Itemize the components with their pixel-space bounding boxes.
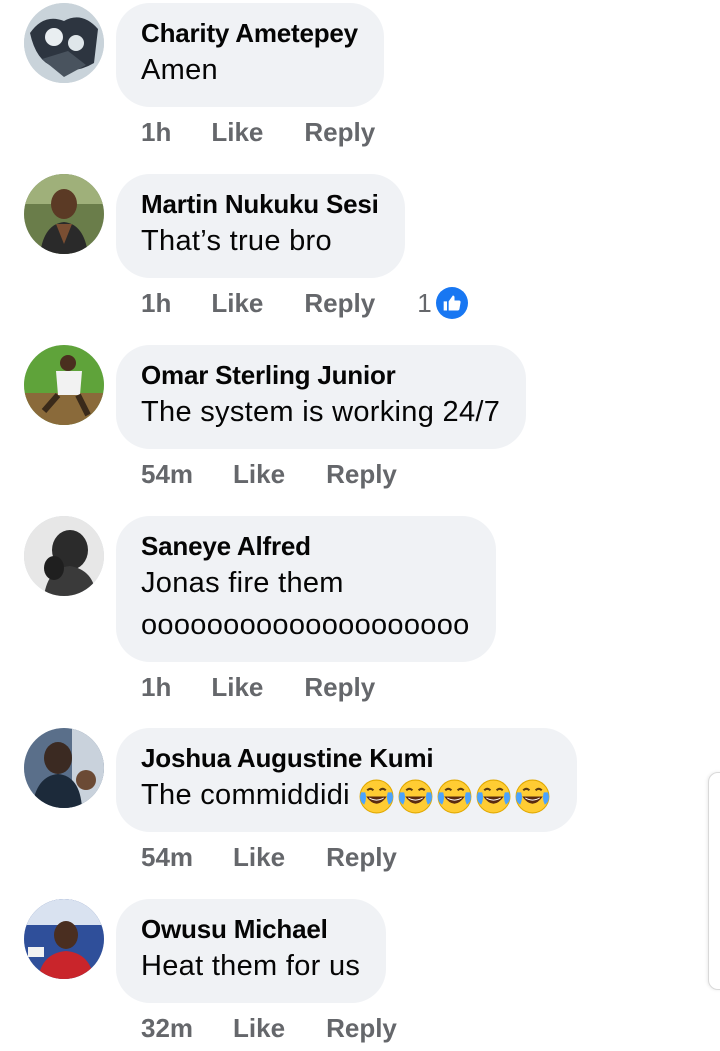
comment-text: The commiddidi — [141, 774, 551, 816]
reply-button[interactable]: Reply — [326, 841, 397, 873]
face-with-tears-of-joy-icon — [398, 779, 433, 814]
comment-bubble: Owusu Michael Heat them for us — [116, 899, 387, 1003]
comment-time[interactable]: 1h — [141, 287, 171, 319]
comment-bubble: Charity Ametepey Amen — [116, 3, 384, 107]
comment-text-body: The commiddidi — [141, 779, 350, 811]
like-button[interactable]: Like — [233, 841, 285, 873]
reaction-count: 1 — [417, 288, 432, 318]
comment-bubble: Joshua Augustine Kumi The commiddidi — [116, 728, 577, 832]
avatar[interactable] — [24, 516, 104, 596]
comment-author[interactable]: Omar Sterling Junior — [141, 359, 500, 391]
thumbs-up-icon — [435, 287, 468, 319]
comment-bubble: Martin Nukuku Sesi That’s true bro — [116, 174, 405, 278]
reply-button[interactable]: Reply — [304, 671, 375, 703]
comment-author[interactable]: Martin Nukuku Sesi — [141, 188, 379, 220]
face-with-tears-of-joy-icon — [437, 779, 472, 814]
avatar-photo — [24, 516, 104, 596]
avatar[interactable] — [24, 899, 104, 979]
avatar[interactable] — [24, 174, 104, 254]
comment-author[interactable]: Charity Ametepey — [141, 17, 358, 49]
like-button[interactable]: Like — [211, 287, 263, 319]
reply-button[interactable]: Reply — [326, 458, 397, 490]
avatar-photo — [24, 345, 104, 425]
comment-actions: 32m Like Reply — [141, 1012, 397, 1044]
reaction-summary[interactable]: 1 — [417, 287, 468, 319]
comment-time[interactable]: 1h — [141, 116, 171, 148]
comment-text: The system is working 24/7 — [141, 396, 501, 428]
comment-author[interactable]: Owusu Michael — [141, 913, 360, 945]
comment-text: That’s true bro — [141, 225, 332, 257]
comment-author[interactable]: Saneye Alfred — [141, 530, 470, 562]
comment-actions: 1h Like Reply 1 — [141, 287, 468, 319]
comment-actions: 1h Like Reply — [141, 671, 375, 703]
avatar[interactable] — [24, 3, 104, 83]
comment-actions: 54m Like Reply — [141, 458, 397, 490]
comment-time[interactable]: 54m — [141, 841, 193, 873]
emoji-row — [358, 778, 551, 815]
avatar-photo — [24, 3, 104, 83]
side-card-edge — [708, 772, 720, 990]
face-with-tears-of-joy-icon — [476, 779, 511, 814]
avatar[interactable] — [24, 345, 104, 425]
comment-time[interactable]: 54m — [141, 458, 193, 490]
comment-author[interactable]: Joshua Augustine Kumi — [141, 742, 551, 774]
face-with-tears-of-joy-icon — [359, 779, 394, 814]
comment-actions: 1h Like Reply — [141, 116, 375, 148]
comment-bubble: Saneye Alfred Jonas fire them oooooooooo… — [116, 516, 496, 662]
avatar[interactable] — [24, 728, 104, 808]
reply-button[interactable]: Reply — [326, 1012, 397, 1044]
like-button[interactable]: Like — [211, 671, 263, 703]
like-button[interactable]: Like — [233, 458, 285, 490]
comment-time[interactable]: 1h — [141, 671, 171, 703]
reply-button[interactable]: Reply — [304, 287, 375, 319]
avatar-photo — [24, 899, 104, 979]
comment-text: Jonas fire them oooooooooooooooooooo — [141, 567, 470, 641]
face-with-tears-of-joy-icon — [515, 779, 550, 814]
avatar-photo — [24, 728, 104, 808]
comment-actions: 54m Like Reply — [141, 841, 397, 873]
comment-bubble: Omar Sterling Junior The system is worki… — [116, 345, 527, 449]
like-button[interactable]: Like — [211, 116, 263, 148]
reply-button[interactable]: Reply — [304, 116, 375, 148]
like-button[interactable]: Like — [233, 1012, 285, 1044]
comment-text: Heat them for us — [141, 950, 361, 982]
comment-text: Amen — [141, 54, 218, 86]
avatar-photo — [24, 174, 104, 254]
comment-time[interactable]: 32m — [141, 1012, 193, 1044]
